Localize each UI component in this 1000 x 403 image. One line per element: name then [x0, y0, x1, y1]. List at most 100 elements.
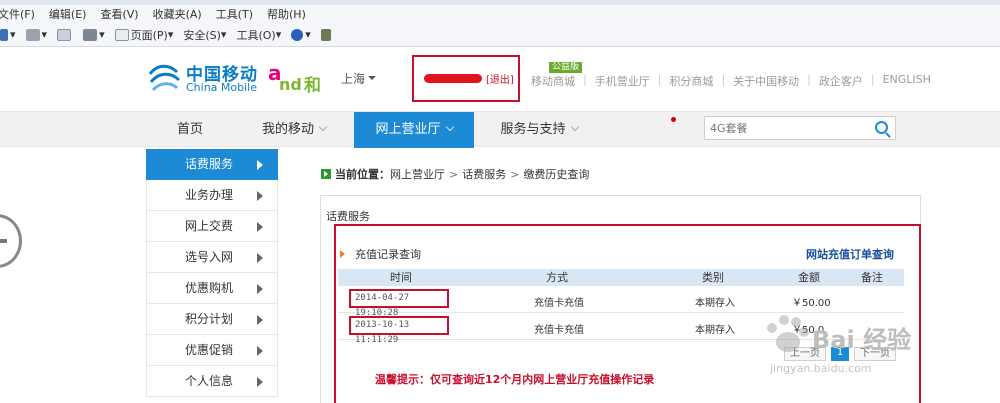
sidebar-item-label: 网上交费: [185, 219, 234, 233]
sidebar-item-label: 个人信息: [185, 374, 234, 388]
amount-cell: ￥50.00: [792, 298, 831, 309]
chevron-right-icon: [257, 284, 268, 294]
safety-menu[interactable]: 安全(S) ▾: [183, 27, 226, 43]
collapse-circle-icon[interactable]: [0, 214, 22, 268]
link-mobile-hall[interactable]: 手机营业厅: [595, 73, 650, 89]
sidebar-item-label: 选号入网: [185, 250, 234, 264]
chevron-down-icon: [445, 122, 454, 132]
link-about[interactable]: 关于中国移动: [733, 73, 799, 89]
notification-dot: [671, 117, 676, 122]
tools-menu[interactable]: 工具(O) ▾: [236, 27, 281, 43]
sidebar-item-label: 优惠促销: [185, 343, 234, 357]
sidebar-item-label: 业务办理: [185, 188, 234, 202]
nav-my-mobile[interactable]: 我的移动: [234, 112, 354, 148]
svg-text:nd: nd: [279, 75, 302, 94]
search-input[interactable]: [705, 117, 865, 139]
breadcrumb-link[interactable]: 网上营业厅: [390, 166, 445, 182]
sidebar-item-phones[interactable]: 优惠购机: [146, 273, 278, 304]
section-title: 充值记录查询: [355, 248, 421, 261]
nav-online-hall[interactable]: 网上营业厅: [354, 112, 474, 148]
nav-service-support-label: 服务与支持: [500, 122, 566, 137]
breadcrumb-current: 缴费历史查询: [523, 168, 590, 181]
chevron-right-icon: [257, 253, 268, 263]
menu-file[interactable]: 文件(F): [0, 6, 35, 22]
column-header: 备注: [861, 271, 883, 284]
menu-tools[interactable]: 工具(T): [216, 6, 253, 22]
breadcrumb: 当前位置： 网上营业厅 > 话费服务 > 缴费历史查询: [321, 166, 589, 182]
sidebar-item-billing[interactable]: 话费服务: [146, 149, 278, 180]
link-points-mall[interactable]: 积分商城: [669, 73, 713, 89]
and-brand-he: 和: [304, 76, 321, 96]
sidebar-item-label: 优惠购机: [185, 281, 234, 295]
sidebar-item-payment[interactable]: 网上交费: [146, 211, 278, 242]
chevron-down-icon: [318, 122, 328, 132]
browser-menubar: 文件(F) 编辑(E) 查看(V) 收藏夹(A) 工具(T) 帮助(H): [0, 5, 1000, 23]
play-icon: [321, 169, 331, 179]
city-selector[interactable]: 上海: [341, 70, 376, 87]
tools-menu-label: 工具(O): [236, 28, 276, 42]
search-icon[interactable]: [875, 121, 888, 134]
help-icon[interactable]: ▾: [291, 28, 311, 41]
watermark-text: Bai 经验: [812, 326, 912, 354]
menu-favorites[interactable]: 收藏夹(A): [153, 6, 202, 22]
sidebar-item-profile[interactable]: 个人信息: [146, 366, 278, 397]
table-header: 时间 方式 类别 金额 备注: [338, 269, 904, 286]
chevron-right-icon: [257, 160, 268, 170]
page-menu[interactable]: 页面(P) ▾: [114, 27, 173, 43]
watermark-url: jingyan.baidu.com: [770, 362, 872, 375]
breadcrumb-link[interactable]: 话费服务: [462, 166, 506, 182]
user-info-highlight: [退出]: [412, 55, 520, 102]
method-cell: 充值卡充值: [534, 325, 584, 336]
nav-my-mobile-label: 我的移动: [261, 122, 314, 137]
chevron-right-icon: [257, 315, 268, 325]
chevron-right-icon: [257, 346, 268, 356]
redacted-username: [424, 74, 482, 83]
nav-online-hall-label: 网上营业厅: [375, 122, 441, 137]
time-cell: 2014-04-27 19:10:28: [349, 289, 449, 318]
top-links: 移动商城 | 手机营业厅 | 积分商城 | 关于中国移动 | 政企客户 | ENGLISH: [531, 73, 931, 89]
chevron-right-icon: [257, 377, 268, 387]
brand-name-en: China Mobile: [186, 81, 258, 94]
logout-link[interactable]: [退出]: [486, 71, 514, 86]
divider: |: [657, 73, 662, 86]
time-cell: 2013-10-13 11:11:29: [349, 316, 449, 345]
sidebar-item-business[interactable]: 业务办理: [146, 180, 278, 211]
type-cell: 本期存入: [695, 298, 735, 309]
menu-view[interactable]: 查看(V): [100, 6, 138, 22]
divider: |: [870, 73, 875, 86]
chevron-down-icon: [570, 122, 579, 132]
print-icon[interactable]: ▾: [83, 28, 105, 41]
order-query-link[interactable]: 网站充值订单查询: [806, 246, 894, 262]
tip-text: 温馨提示：仅可查询近12个月内网上营业厅充值操作记录: [375, 373, 655, 386]
link-enterprise[interactable]: 政企客户: [819, 73, 863, 89]
nav-home[interactable]: 首页: [146, 112, 234, 148]
sidebar-item-promotions[interactable]: 优惠促销: [146, 335, 278, 366]
method-cell: 充值卡充值: [534, 298, 584, 309]
link-mall[interactable]: 移动商城: [531, 73, 575, 89]
sidebar-item-points[interactable]: 积分计划: [146, 304, 278, 335]
sidebar-menu: 话费服务 业务办理 网上交费 选号入网 优惠购机 积分计划 优惠促销 个人信息: [146, 149, 278, 397]
home-icon[interactable]: ▾: [0, 28, 16, 41]
menu-help[interactable]: 帮助(H): [267, 6, 306, 22]
chevron-right-icon: [257, 222, 268, 232]
type-cell: 本期存入: [695, 325, 735, 336]
nav-service-support[interactable]: 服务与支持: [474, 112, 604, 148]
menu-edit[interactable]: 编辑(E): [49, 6, 87, 22]
arrow-right-icon: [340, 250, 349, 258]
sidebar-item-label: 积分计划: [185, 312, 234, 326]
chevron-right-icon: [257, 191, 268, 201]
breadcrumb-label: 当前位置：: [335, 168, 390, 181]
section-header: 充值记录查询: [340, 246, 421, 262]
panel-title: 话费服务: [326, 210, 370, 223]
sidebar-item-number[interactable]: 选号入网: [146, 242, 278, 273]
column-header: 方式: [546, 271, 568, 284]
feeds-icon[interactable]: ▾: [25, 28, 47, 41]
link-english[interactable]: ENGLISH: [883, 73, 931, 89]
gongyi-badge: 公益版: [549, 62, 583, 73]
mail-icon[interactable]: [57, 28, 73, 41]
column-header: 时间: [390, 271, 412, 284]
divider: |: [583, 73, 587, 86]
research-icon[interactable]: [320, 28, 333, 41]
breadcrumb-separator: >: [449, 167, 459, 181]
page-menu-label: 页面(P): [130, 28, 168, 42]
